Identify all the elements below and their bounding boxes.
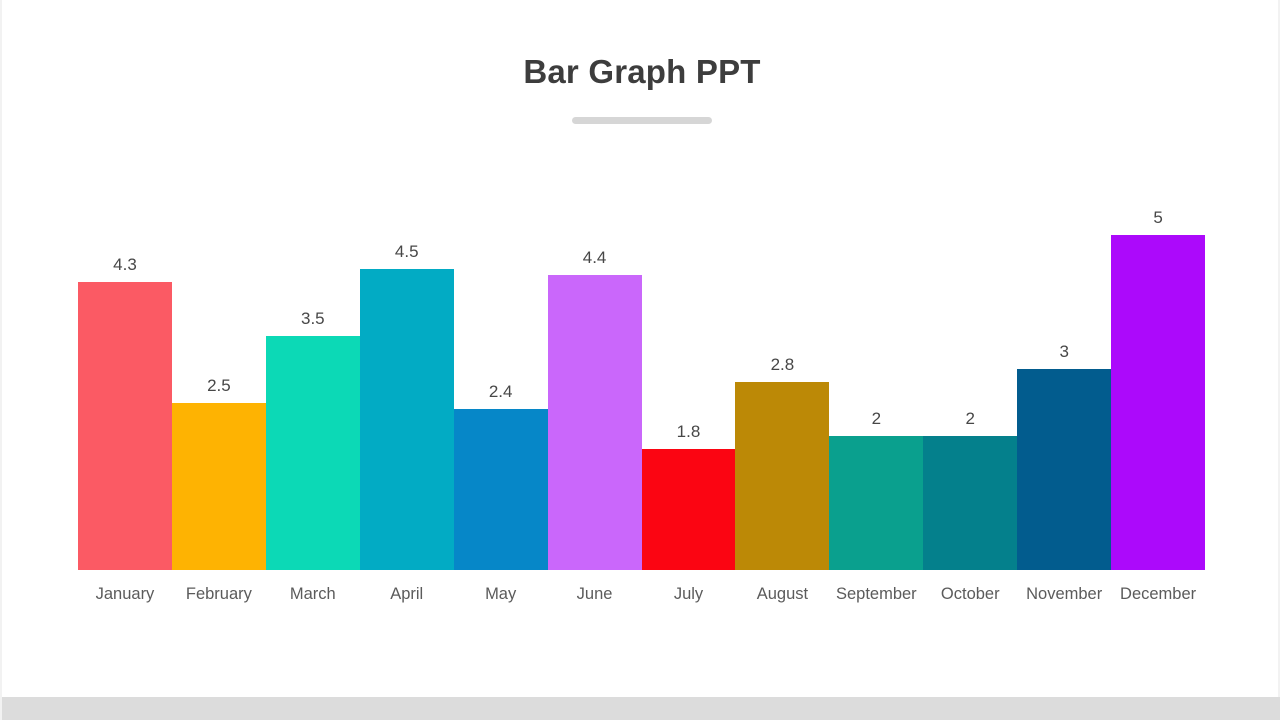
bar-value-label: 2.5: [207, 375, 231, 395]
x-axis-label: April: [390, 585, 424, 603]
bar-rect[interactable]: [641, 449, 736, 570]
bar-value-label: 4.5: [394, 241, 419, 261]
bar-value-label: 3.5: [300, 308, 325, 328]
x-axis-label: May: [485, 585, 517, 603]
bar-column[interactable]: 2: [923, 150, 1018, 570]
title-divider: [572, 117, 712, 124]
slide-bottom-strip: [2, 697, 1280, 720]
chart-plot-area: 4.3 2.5 3.5 4.5 2.4 4.4 1.8 2.8 2 2 3 5: [78, 150, 1206, 570]
bar-rect[interactable]: [78, 281, 172, 570]
bar-column[interactable]: 3: [1017, 150, 1112, 570]
bar-rect[interactable]: [923, 436, 1018, 570]
bar-chart: 4.3 2.5 3.5 4.5 2.4 4.4 1.8 2.8 2 2 3 5: [78, 150, 1206, 570]
x-axis-label: November: [1026, 585, 1103, 603]
bar-rect[interactable]: [735, 382, 830, 570]
bar-value-label: 4.3: [113, 254, 137, 274]
bar-column[interactable]: 3.5: [265, 150, 360, 570]
x-axis-label: June: [576, 585, 613, 603]
bar-column[interactable]: 2.5: [171, 150, 266, 570]
bar-column[interactable]: 4.3: [78, 150, 172, 570]
bar-value-label: 1.8: [676, 422, 701, 442]
x-axis-label: September: [835, 585, 917, 603]
bar-column[interactable]: 2.4: [453, 150, 548, 570]
bar-value-label: 5: [1153, 208, 1163, 227]
bar-value-label: 2.4: [488, 382, 513, 402]
x-axis-label: January: [95, 585, 155, 603]
x-axis-label: February: [185, 585, 252, 603]
x-axis-label: October: [940, 585, 1000, 603]
bar-rect[interactable]: [1017, 369, 1112, 570]
bar-rect[interactable]: [1111, 235, 1206, 570]
chart-x-axis-labels: January February March April May June July Augu…: [78, 583, 1205, 605]
x-axis-label: March: [289, 585, 336, 603]
bar-value-label: 2: [871, 409, 882, 428]
bar-value-label: 4.4: [582, 248, 607, 268]
bar-column[interactable]: 2: [829, 150, 924, 570]
title-block: Bar Graph PPT: [2, 52, 1280, 124]
slide-canvas: Bar Graph PPT 4.3 2.5 3.5 4.5 2.4 4.4 1.8 2.8 2 2…: [0, 0, 1280, 720]
bar-rect[interactable]: [359, 268, 454, 570]
x-axis-label: July: [673, 585, 704, 603]
bar-column[interactable]: 1.8: [641, 150, 736, 570]
x-axis-label: August: [756, 585, 809, 603]
bar-value-label: 2.8: [770, 355, 795, 375]
bar-rect[interactable]: [171, 402, 266, 570]
bar-rect[interactable]: [453, 409, 548, 570]
bar-column[interactable]: 4.4: [547, 150, 642, 570]
bar-value-label: 2: [965, 409, 975, 428]
page-title: Bar Graph PPT: [523, 53, 761, 90]
bar-rect[interactable]: [265, 335, 360, 570]
bar-column[interactable]: 4.5: [359, 150, 454, 570]
bar-value-label: 3: [1059, 342, 1069, 361]
bar-column[interactable]: 5: [1111, 150, 1206, 570]
x-axis-label: December: [1120, 585, 1197, 603]
bar-rect[interactable]: [547, 275, 642, 570]
bar-column[interactable]: 2.8: [735, 150, 830, 570]
bar-rect[interactable]: [829, 436, 924, 570]
